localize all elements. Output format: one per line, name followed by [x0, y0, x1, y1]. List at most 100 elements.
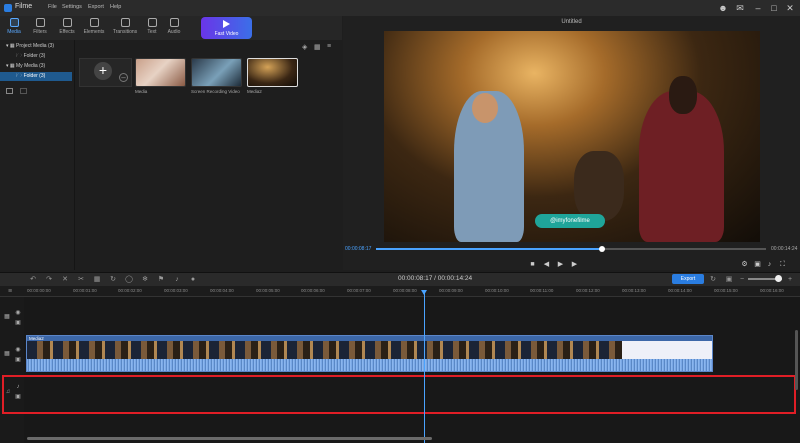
layers-icon[interactable]: ◈	[302, 43, 307, 51]
project-title: Untitled	[561, 19, 582, 25]
ruler-tick: 00:00:10:00	[485, 288, 509, 293]
loop-icon[interactable]: ↻	[708, 275, 718, 284]
tab-effects[interactable]: Effects	[54, 17, 80, 39]
minimize-icon[interactable]: –	[752, 2, 764, 14]
add-icon[interactable]: +	[94, 62, 112, 80]
playhead-handle[interactable]	[421, 290, 427, 295]
media-thumb-media[interactable]	[135, 58, 186, 87]
media-icon	[9, 18, 19, 27]
media-name: Media	[135, 89, 148, 94]
watermark-badge: @imyfonefilme	[535, 214, 605, 228]
audio-track-highlight[interactable]	[2, 375, 796, 414]
menu-help[interactable]: Help	[110, 4, 121, 10]
duration-time: 00:00:14:24	[771, 246, 798, 252]
close-icon[interactable]: ✕	[784, 2, 796, 14]
volume-icon[interactable]: ♪	[14, 383, 22, 391]
zoom-out-icon[interactable]: −	[737, 275, 747, 284]
music-note-icon: ♫	[5, 389, 11, 395]
grid-view-icon[interactable]: ▦	[314, 43, 321, 51]
visibility-icon[interactable]: ◉	[14, 309, 22, 317]
ruler-tick: 00:00:03:00	[164, 288, 188, 293]
account-icon[interactable]: ☻	[717, 2, 729, 14]
media-thumb-screen-recording[interactable]	[191, 58, 242, 87]
fullscreen-icon[interactable]: ⛶	[778, 260, 787, 269]
marker-icon[interactable]: ⚑	[156, 275, 166, 284]
ruler-tick: 00:00:05:00	[256, 288, 280, 293]
ruler-tick: 00:00:07:00	[347, 288, 371, 293]
media-name: Media2	[247, 89, 262, 94]
ruler-tick: 00:00:01:00	[73, 288, 97, 293]
settings-icon[interactable]: ⚙	[740, 260, 749, 269]
previous-frame-icon[interactable]: ◀	[542, 260, 551, 269]
maximize-icon[interactable]: □	[768, 2, 780, 14]
current-time: 00:00:08:17	[345, 246, 372, 252]
media-thumb-media2[interactable]	[247, 58, 298, 87]
stop-icon[interactable]: ■	[528, 260, 537, 269]
menu-settings[interactable]: Settings	[62, 4, 82, 10]
visibility-icon[interactable]: ◉	[14, 346, 22, 354]
lock-icon[interactable]: ▣	[14, 319, 22, 327]
ruler-tick: 00:00:02:00	[118, 288, 142, 293]
snapshot-icon[interactable]: ▣	[753, 260, 762, 269]
tree-item-folder-selected[interactable]: 🗁 Folder (3)	[0, 72, 72, 81]
record-icon[interactable]: ●	[188, 275, 198, 284]
ruler-tick: 00:00:14:00	[668, 288, 692, 293]
next-frame-icon[interactable]: ▶	[570, 260, 579, 269]
tree-item-folder[interactable]: 🗁 Folder (3)	[0, 52, 75, 61]
ruler-tick: 00:00:12:00	[576, 288, 600, 293]
horizontal-scrollbar[interactable]	[27, 437, 432, 440]
tab-audio[interactable]: Audio	[161, 17, 187, 39]
audio-icon	[169, 18, 179, 27]
track-menu-icon[interactable]: ≡	[8, 288, 12, 295]
menu-file[interactable]: File	[48, 4, 57, 10]
redo-icon[interactable]: ↷	[44, 275, 54, 284]
tree-item-my-media[interactable]: ▾ ▦ My Media (3)	[0, 62, 75, 71]
ruler-tick: 00:00:09:00	[439, 288, 463, 293]
ruler-tick: 00:00:15:00	[714, 288, 738, 293]
menu-export[interactable]: Export	[88, 4, 104, 10]
add-folder-icon[interactable]	[6, 88, 13, 94]
clip-waveform	[27, 359, 712, 371]
delete-folder-icon[interactable]	[20, 88, 27, 94]
elements-icon	[89, 18, 99, 27]
clip-label: Media2	[29, 336, 44, 341]
video-track-icon: ▦	[4, 351, 10, 357]
volume-icon[interactable]: ♪	[765, 260, 774, 269]
remove-icon[interactable]: –	[119, 73, 128, 82]
rotate-icon[interactable]: ↻	[108, 275, 118, 284]
ratio-icon[interactable]: ▣	[724, 275, 734, 284]
clip-filmstrip	[27, 341, 622, 359]
tab-transitions[interactable]: Transitions	[110, 17, 140, 39]
split-icon[interactable]: ✂	[76, 275, 86, 284]
sort-icon[interactable]: ≡	[327, 43, 331, 50]
drummer	[574, 151, 624, 221]
tab-filters[interactable]: Filters	[27, 17, 53, 39]
playhead[interactable]	[424, 290, 425, 443]
ruler-tick: 00:00:13:00	[622, 288, 646, 293]
delete-icon[interactable]: ✕	[60, 275, 70, 284]
tab-media[interactable]: Media	[1, 17, 27, 39]
clip-filmstrip-end	[622, 341, 712, 359]
vertical-scrollbar[interactable]	[795, 330, 798, 390]
mail-icon[interactable]: ✉	[734, 2, 746, 14]
ruler-tick: 00:00:16:00	[760, 288, 784, 293]
tab-elements[interactable]: Elements	[81, 17, 107, 39]
undo-icon[interactable]: ↶	[28, 275, 38, 284]
fast-video-button[interactable]: Fast Video	[201, 17, 252, 39]
tree-item-project-media[interactable]: ▾ ▦ Project Media (3)	[0, 42, 75, 51]
play-icon[interactable]: ▶	[556, 260, 565, 269]
export-button[interactable]: Export	[672, 274, 704, 284]
ruler-tick: 00:00:06:00	[301, 288, 325, 293]
app-name: Filme	[15, 3, 33, 10]
crop-icon[interactable]: ▦	[92, 275, 102, 284]
lock-icon[interactable]: ▣	[14, 356, 22, 364]
lock-icon[interactable]: ▣	[14, 393, 22, 401]
freeze-icon[interactable]: ❄	[140, 275, 150, 284]
video-preview[interactable]	[384, 31, 760, 242]
zoom-in-icon[interactable]: +	[785, 275, 795, 284]
microphone-icon[interactable]: ♪	[172, 275, 182, 284]
app-logo-icon	[4, 4, 12, 12]
overlay-track-icon: ▦	[4, 314, 10, 320]
zoom-slider-handle[interactable]	[775, 275, 782, 282]
speed-icon[interactable]: ◯	[124, 275, 134, 284]
